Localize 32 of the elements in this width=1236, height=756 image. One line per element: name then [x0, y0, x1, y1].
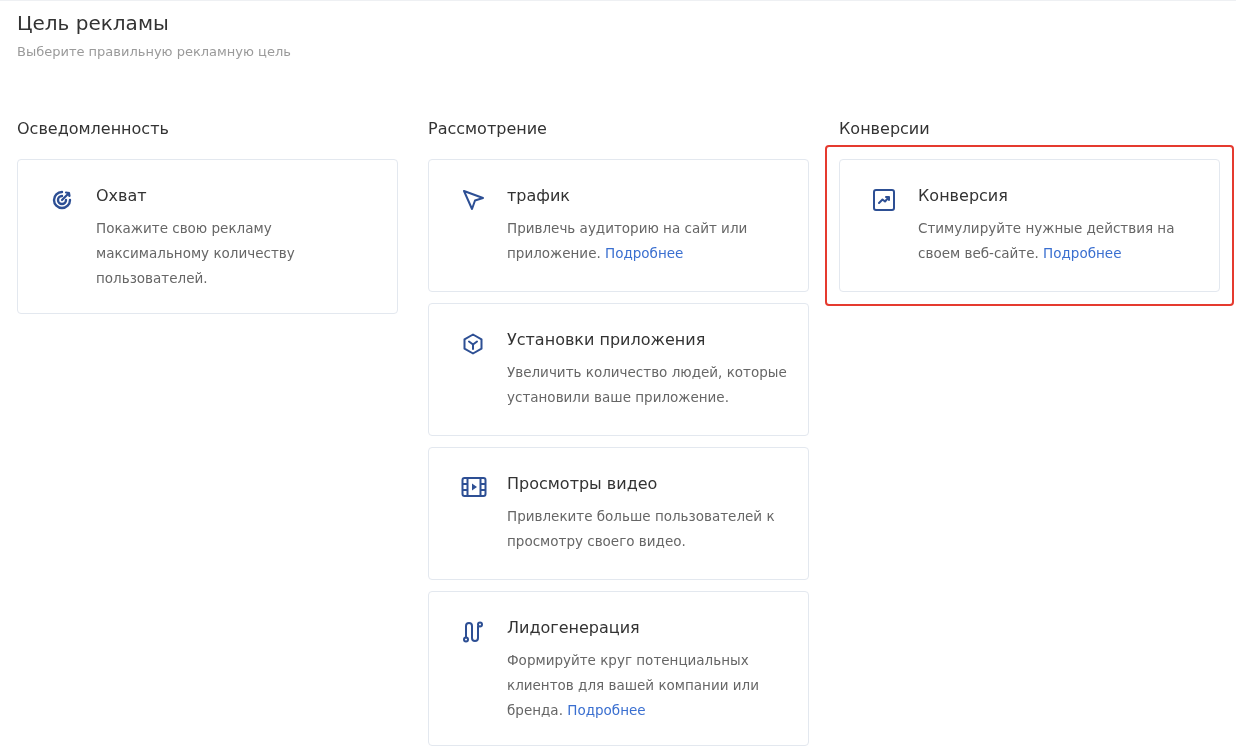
- column-heading: Осведомленность: [17, 118, 170, 140]
- card-title: Конверсия: [918, 185, 1009, 207]
- card-title: Просмотры видео: [507, 473, 659, 495]
- card-title: Лидогенерация: [507, 617, 641, 639]
- card-description: Покажите свою рекламу максимальному количеству пользователей.: [96, 219, 296, 288]
- page-title: Цель рекламы: [17, 10, 170, 37]
- card-title: Установки приложения: [507, 329, 707, 351]
- objective-card[interactable]: Конверсия Стимулируйте нужные действия на своем веб-сайте. Подробнее: [839, 159, 1220, 292]
- column-heading: Рассмотрение: [428, 118, 548, 140]
- objective-card[interactable]: Просмотры видео Привлеките больше пользователей к просмотру своего видео.: [428, 447, 809, 580]
- objective-card[interactable]: трафик Привлечь аудиторию на сайт или приложение. Подробнее: [428, 159, 809, 292]
- hexagon-icon: [461, 332, 485, 356]
- card-description: Формируйте круг потенциальных клиентов для вашей компании или бренда. Подробнее: [507, 651, 760, 720]
- objective-card[interactable]: Установки приложения Увеличить количество людей, которые установили ваше приложение.: [428, 303, 809, 436]
- column-heading: Конверсии: [839, 118, 931, 140]
- chart-icon: [872, 188, 896, 212]
- cursor-icon: [461, 188, 485, 212]
- more-link[interactable]: Подробнее: [605, 245, 684, 261]
- card-title: Охват: [96, 185, 148, 207]
- target-icon: [50, 188, 74, 212]
- card-description: Увеличить количество людей, которые установили ваше приложение.: [507, 363, 788, 407]
- card-title: трафик: [507, 185, 572, 207]
- more-link[interactable]: Подробнее: [1043, 245, 1122, 261]
- objective-card[interactable]: Охват Покажите свою рекламу максимальному количеству пользователей.: [17, 159, 398, 314]
- more-link[interactable]: Подробнее: [567, 702, 646, 718]
- card-description: Привлеките больше пользователей к просмотру своего видео.: [507, 507, 776, 551]
- card-description: Привлечь аудиторию на сайт или приложение. Подробнее: [507, 219, 749, 263]
- route-icon: [461, 620, 485, 644]
- card-description: Стимулируйте нужные действия на своем веб-сайте. Подробнее: [918, 219, 1176, 263]
- film-icon: [461, 476, 487, 498]
- page-subtitle: Выберите правильную рекламную цель: [17, 43, 292, 61]
- objective-card[interactable]: Лидогенерация Формируйте круг потенциальных клиентов для вашей компании или бренда. Подробнее: [428, 591, 809, 746]
